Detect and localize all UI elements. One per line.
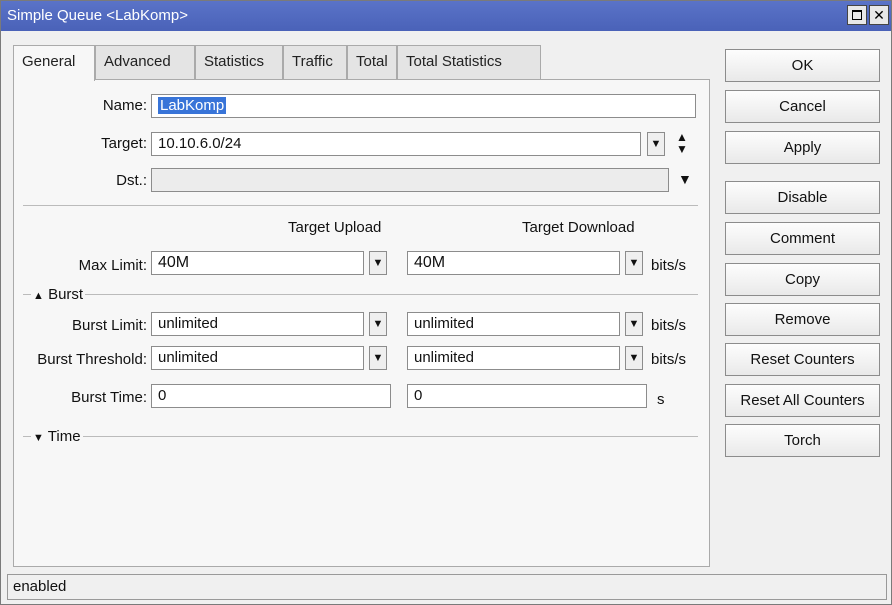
max-limit-unit: bits/s (651, 257, 687, 274)
burst-threshold-label: Burst Threshold: (37, 351, 147, 368)
dropdown-icon: ▼ (650, 138, 662, 150)
burst-time-label: Burst Time: (71, 389, 147, 406)
burst-section-toggle[interactable]: ▲ Burst (31, 286, 86, 303)
burst-threshold-upload-dropdown[interactable]: ▼ (369, 346, 387, 370)
burst-limit-download-dropdown[interactable]: ▼ (625, 312, 643, 336)
tab-statistics[interactable]: Statistics (195, 45, 283, 79)
ok-button[interactable]: OK (725, 49, 880, 82)
burst-threshold-download-field[interactable]: unlimited (407, 346, 620, 370)
burst-threshold-unit: bits/s (651, 351, 687, 368)
burst-time-upload-field[interactable]: 0 (151, 384, 391, 408)
max-limit-download-dropdown[interactable]: ▼ (625, 251, 643, 275)
restore-button[interactable] (847, 5, 867, 25)
reset-counters-button[interactable]: Reset Counters (725, 343, 880, 376)
remove-button[interactable]: Remove (725, 303, 880, 336)
expand-down-icon: ▼ (33, 432, 44, 444)
name-label: Name: (102, 97, 147, 114)
time-section-label: Time (47, 428, 81, 445)
comment-button[interactable]: Comment (725, 222, 880, 255)
simple-queue-window: Simple Queue <LabKomp> ✕ General Advance… (0, 0, 892, 605)
name-value: LabKomp (158, 97, 227, 114)
separator (23, 205, 698, 206)
burst-limit-upload-field[interactable]: unlimited (151, 312, 364, 336)
dropdown-icon: ▼ (372, 257, 384, 269)
dropdown-icon: ▼ (372, 352, 384, 364)
target-updown-icon[interactable]: ▲ ▼ (676, 131, 688, 155)
dropdown-icon: ▼ (628, 257, 640, 269)
disable-button[interactable]: Disable (725, 181, 880, 214)
target-upload-header: Target Upload (288, 219, 382, 236)
reset-all-counters-button[interactable]: Reset All Counters (725, 384, 880, 417)
tab-general[interactable]: General (13, 45, 95, 81)
target-field[interactable]: 10.10.6.0/24 (151, 132, 641, 156)
tab-total[interactable]: Total (347, 45, 397, 79)
burst-limit-unit: bits/s (651, 317, 687, 334)
name-field[interactable]: LabKomp (151, 94, 696, 118)
collapse-up-icon: ▲ (33, 290, 44, 302)
time-separator (23, 436, 698, 437)
cancel-button[interactable]: Cancel (725, 90, 880, 123)
burst-section-label: Burst (48, 286, 84, 303)
max-limit-upload-dropdown[interactable]: ▼ (369, 251, 387, 275)
status-bar: enabled (7, 574, 887, 600)
burst-time-download-field[interactable]: 0 (407, 384, 647, 408)
max-limit-label: Max Limit: (78, 257, 147, 274)
copy-button[interactable]: Copy (725, 263, 880, 296)
tab-traffic[interactable]: Traffic (283, 45, 347, 79)
dst-dropdown-icon[interactable]: ▼ (678, 171, 692, 187)
dropdown-icon: ▼ (628, 318, 640, 330)
burst-time-unit: s (657, 391, 665, 408)
tab-advanced[interactable]: Advanced (95, 45, 195, 79)
target-download-header: Target Download (522, 219, 635, 236)
burst-limit-label: Burst Limit: (71, 317, 147, 334)
restore-icon (852, 10, 862, 20)
title-bar[interactable]: Simple Queue <LabKomp> ✕ (1, 1, 891, 31)
dropdown-icon: ▼ (628, 352, 640, 364)
time-section-toggle[interactable]: ▼ Time (31, 428, 83, 445)
close-icon: ✕ (873, 7, 885, 23)
burst-separator (23, 294, 698, 295)
tab-total-statistics[interactable]: Total Statistics (397, 45, 541, 79)
window-title: Simple Queue <LabKomp> (7, 7, 188, 24)
apply-button[interactable]: Apply (725, 131, 880, 164)
burst-threshold-download-dropdown[interactable]: ▼ (625, 346, 643, 370)
close-button[interactable]: ✕ (869, 5, 889, 25)
dst-field[interactable] (151, 168, 669, 192)
torch-button[interactable]: Torch (725, 424, 880, 457)
max-limit-upload-field[interactable]: 40M (151, 251, 364, 275)
dropdown-icon: ▼ (372, 318, 384, 330)
burst-limit-upload-dropdown[interactable]: ▼ (369, 312, 387, 336)
burst-limit-download-field[interactable]: unlimited (407, 312, 620, 336)
target-dropdown-button[interactable]: ▼ (647, 132, 665, 156)
max-limit-download-field[interactable]: 40M (407, 251, 620, 275)
target-label: Target: (101, 135, 147, 152)
burst-threshold-upload-field[interactable]: unlimited (151, 346, 364, 370)
dst-label: Dst.: (116, 172, 147, 189)
